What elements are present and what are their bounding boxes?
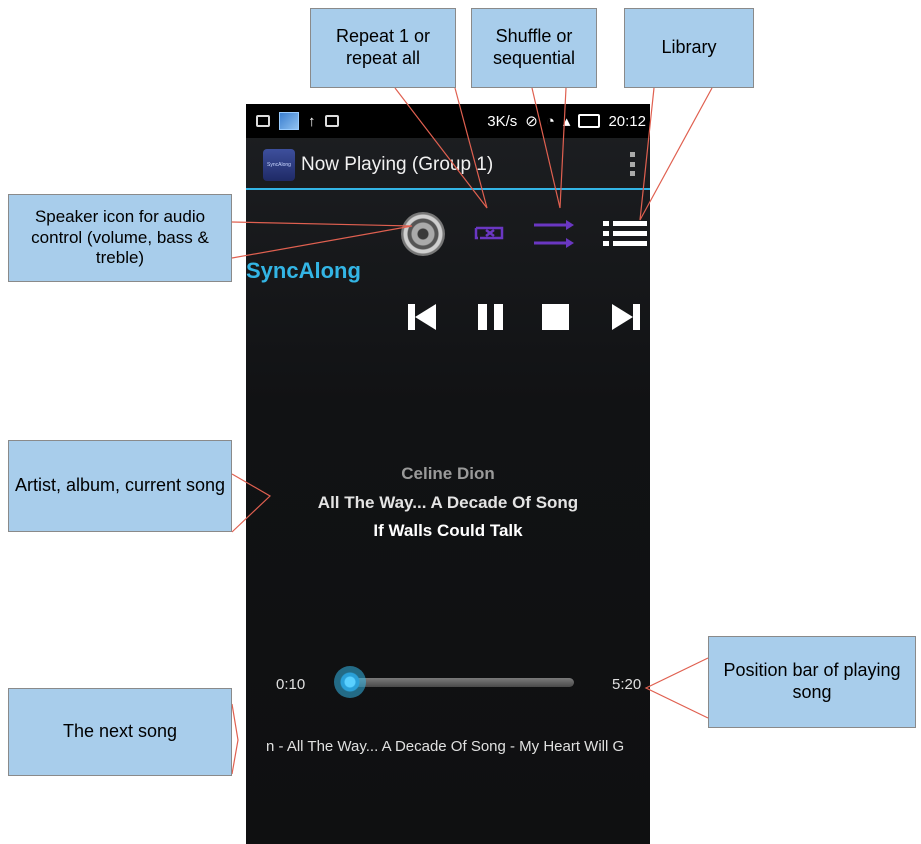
callout-library: Library bbox=[624, 8, 754, 88]
callout-repeat: Repeat 1 or repeat all bbox=[310, 8, 456, 88]
callout-shuffle: Shuffle or sequential bbox=[471, 8, 597, 88]
callout-artist: Artist, album, current song bbox=[8, 440, 232, 532]
callout-speaker: Speaker icon for audio control (volume, … bbox=[8, 194, 232, 282]
callout-position: Position bar of playing song bbox=[708, 636, 916, 728]
callout-next-song: The next song bbox=[8, 688, 232, 776]
